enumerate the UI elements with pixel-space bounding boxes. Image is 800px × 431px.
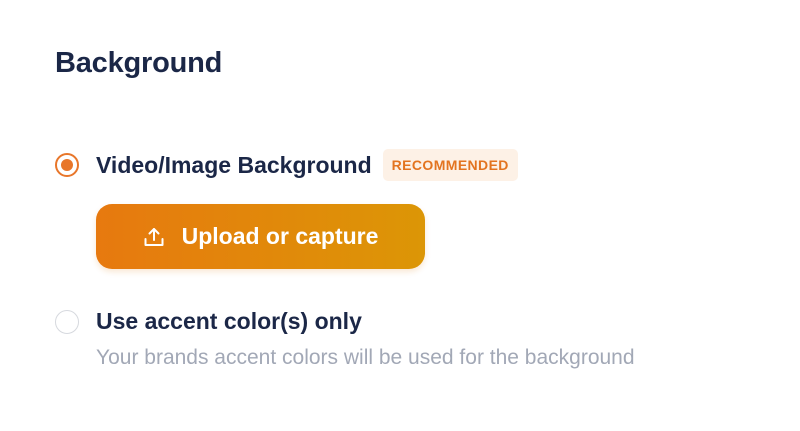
section-title: Background xyxy=(55,47,223,79)
upload-button[interactable]: Upload or capture xyxy=(96,204,425,269)
option-video-image-label[interactable]: Video/Image Background xyxy=(96,152,372,179)
accent-color-helper-text: Your brands accent colors will be used f… xyxy=(96,346,635,369)
option-video-image[interactable]: Video/Image Background RECOMMENDED xyxy=(55,149,518,181)
upload-icon xyxy=(143,226,165,248)
radio-accent-color[interactable] xyxy=(55,309,79,334)
upload-button-label: Upload or capture xyxy=(181,223,379,249)
option-accent-color[interactable]: Use accent color(s) only xyxy=(55,308,362,335)
radio-video-image[interactable] xyxy=(55,153,79,177)
radio-selected-dot xyxy=(61,159,73,171)
option-accent-color-label[interactable]: Use accent color(s) only xyxy=(96,308,362,335)
recommended-badge: RECOMMENDED xyxy=(382,149,518,181)
